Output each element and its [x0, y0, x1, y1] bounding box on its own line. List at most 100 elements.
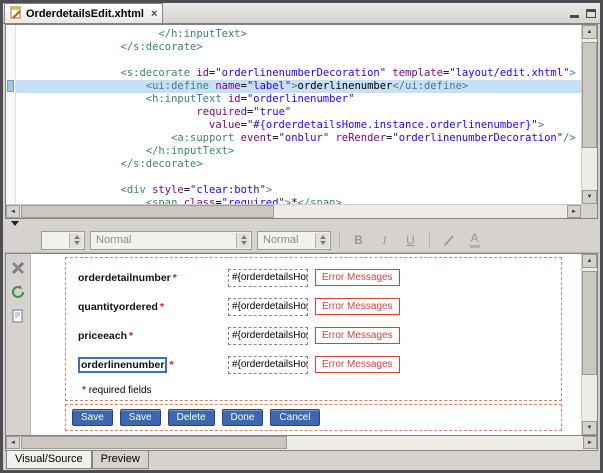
code-line[interactable]: <h:inputText id="orderlinenumber" — [16, 93, 581, 106]
required-asterisk: * — [82, 385, 86, 396]
code-line[interactable]: </h:inputText> — [16, 145, 581, 158]
italic-button[interactable]: I — [374, 231, 395, 250]
close-icon[interactable]: × — [151, 8, 157, 20]
scroll-right-icon[interactable]: ► — [567, 205, 581, 218]
code-token: "label" — [247, 80, 291, 92]
font-combo[interactable]: Normal — [257, 231, 331, 250]
form-buttons: Save Save Delete Done Cancel — [65, 404, 562, 431]
refresh-icon[interactable] — [8, 282, 28, 302]
field-label: orderlinenumber* — [78, 359, 228, 371]
scrollbar-thumb[interactable] — [582, 42, 597, 148]
spinner-icon[interactable] — [69, 233, 83, 248]
scrollbar-thumb[interactable] — [21, 436, 287, 449]
spinner-icon[interactable] — [236, 233, 250, 248]
scroll-up-icon[interactable]: ▲ — [582, 25, 597, 39]
style-combo[interactable] — [41, 231, 85, 250]
field-label-text[interactable]: orderlinenumber — [78, 357, 167, 373]
field-input[interactable]: #{orderdetailsHome.instan — [228, 298, 308, 316]
visual-editor-pane: orderdetailnumber*#{orderdetailsHome.ins… — [5, 253, 598, 436]
form-row: orderdetailnumber*#{orderdetailsHome.ins… — [78, 263, 551, 292]
done-button[interactable]: Done — [222, 409, 264, 426]
error-messages-box: Error Messages — [315, 356, 400, 373]
code-token: "layout/edit.xhtml" — [449, 67, 569, 79]
code-line[interactable]: required="true" — [16, 106, 581, 119]
code-line[interactable]: <div style="clear:both"> — [16, 184, 581, 197]
cancel-button[interactable]: Cancel — [270, 409, 319, 426]
code-token: reRender — [335, 132, 386, 144]
field-input[interactable]: #{orderdetailsHome.instan — [228, 327, 308, 345]
required-asterisk: * — [169, 359, 173, 371]
scroll-up-icon[interactable]: ▲ — [582, 254, 597, 268]
error-messages-box: Error Messages — [315, 269, 400, 286]
code-line[interactable]: </s:decorate> — [16, 41, 581, 54]
pane-splitter[interactable] — [3, 219, 600, 228]
code-line[interactable]: <a:support event="onblur" reRender="orde… — [16, 132, 581, 145]
paragraph-combo-value: Normal — [96, 234, 131, 246]
tab-visual-source[interactable]: Visual/Source — [6, 451, 92, 469]
scroll-left-icon[interactable]: ◄ — [6, 205, 20, 218]
paragraph-format-combo[interactable]: Normal — [90, 231, 252, 250]
visual-horizontal-scrollbar[interactable]: ◄ ► — [5, 436, 598, 451]
text-color-icon[interactable] — [438, 231, 459, 250]
field-label-text[interactable]: priceeach — [78, 330, 127, 342]
delete-button[interactable]: Delete — [168, 409, 215, 426]
scroll-left-icon[interactable]: ◄ — [6, 436, 20, 449]
source-horizontal-scrollbar[interactable]: ◄ ► — [6, 204, 581, 218]
preferences-icon[interactable] — [8, 258, 28, 278]
code-token: style — [152, 184, 184, 196]
code-line[interactable] — [16, 54, 581, 67]
code-line[interactable]: </h:inputText> — [16, 28, 581, 41]
code-token — [32, 119, 209, 131]
scroll-down-icon[interactable]: ▼ — [582, 421, 597, 435]
source-code[interactable]: </h:inputText> </s:decorate> <s:decorate… — [16, 25, 581, 204]
scrollbar-thumb[interactable] — [21, 205, 274, 218]
form-preview: orderdetailnumber*#{orderdetailsHome.ins… — [65, 257, 562, 401]
code-token: /> — [563, 132, 576, 144]
maximize-icon[interactable] — [586, 9, 596, 18]
form-row: quantityordered*#{orderdetailsHome.insta… — [78, 292, 551, 321]
save-button[interactable]: Save — [72, 409, 113, 426]
scrollbar-thumb[interactable] — [582, 271, 597, 375]
code-token: </s:decorate> — [32, 158, 203, 170]
editor-tab-title: OrderdetailsEdit.xhtml — [26, 8, 144, 20]
code-line[interactable] — [16, 171, 581, 184]
visual-canvas[interactable]: orderdetailnumber*#{orderdetailsHome.ins… — [31, 254, 581, 435]
minimize-icon[interactable] — [570, 15, 579, 18]
code-line[interactable]: <s:decorate id="orderlinenumberDecoratio… — [16, 67, 581, 80]
code-token: class — [184, 197, 216, 204]
field-label: orderdetailnumber* — [78, 272, 228, 284]
highlight-color-icon[interactable]: A — [464, 231, 485, 250]
occurrence-marker — [7, 80, 14, 92]
scroll-right-icon[interactable]: ► — [583, 436, 597, 449]
code-line[interactable]: </s:decorate> — [16, 158, 581, 171]
code-line[interactable]: <span class="required">*</span> — [16, 197, 581, 204]
code-token: required — [196, 106, 247, 118]
code-line[interactable]: value="#{orderdetailsHome.instance.order… — [16, 119, 581, 132]
editor-mode-tabs: Visual/Source Preview — [3, 451, 600, 470]
source-vertical-scrollbar[interactable]: ▲ ▼ — [581, 25, 597, 204]
tab-preview[interactable]: Preview — [92, 451, 149, 469]
bold-button[interactable]: B — [348, 231, 369, 250]
error-messages-box: Error Messages — [315, 298, 400, 315]
field-label-text[interactable]: orderdetailnumber — [78, 272, 171, 284]
visual-vertical-scrollbar[interactable]: ▲ ▼ — [581, 254, 597, 435]
code-token: "orderlinenumberDecoration" — [392, 132, 563, 144]
spinner-icon[interactable] — [315, 233, 329, 248]
code-token: "required" — [222, 197, 285, 204]
code-token: <h:inputText — [32, 93, 228, 105]
code-token: template — [392, 67, 443, 79]
code-token: id — [196, 67, 209, 79]
underline-button[interactable]: U — [400, 231, 421, 250]
code-token: orderlinenumber — [298, 80, 393, 92]
code-token: "clear:both" — [190, 184, 266, 196]
field-input[interactable]: #{orderdetailsHome.instan — [228, 356, 308, 374]
editor-tab[interactable]: OrderdetailsEdit.xhtml × — [4, 3, 163, 23]
scroll-down-icon[interactable]: ▼ — [582, 190, 597, 204]
field-input[interactable]: #{orderdetailsHome.instan — [228, 269, 308, 287]
field-label-text[interactable]: quantityordered — [78, 301, 158, 313]
save-button[interactable]: Save — [120, 409, 161, 426]
code-line[interactable]: <ui:define name="label">orderlinenumber<… — [16, 80, 581, 93]
page-design-options-icon[interactable] — [8, 306, 28, 326]
code-token: "onblur" — [279, 132, 330, 144]
error-messages-box: Error Messages — [315, 327, 400, 344]
